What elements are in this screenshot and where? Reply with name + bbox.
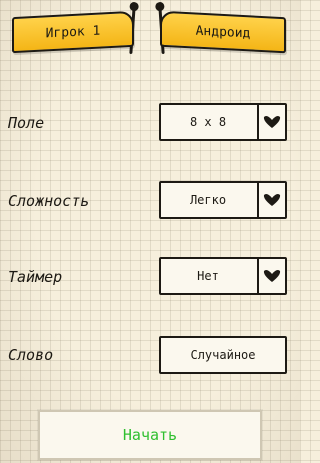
timer-label: Таймер	[8, 268, 63, 286]
start-button[interactable]: Начать	[38, 410, 262, 460]
player-left-banner[interactable]: Игрок 1	[12, 10, 134, 54]
field-size-select[interactable]: 8 x 8	[159, 103, 287, 141]
word-label: Слово	[8, 346, 54, 364]
difficulty-label: Сложность	[8, 192, 90, 210]
field-label: Поле	[8, 114, 45, 132]
timer-select[interactable]: Нет	[159, 257, 287, 295]
player-right-banner[interactable]: Андроид	[160, 10, 286, 54]
timer-value: Нет	[197, 269, 219, 283]
heart-chevron-icon[interactable]	[257, 259, 285, 293]
difficulty-select[interactable]: Легко	[159, 181, 287, 219]
start-label: Начать	[122, 426, 178, 444]
player-left-name: Игрок 1	[45, 23, 101, 41]
heart-chevron-icon[interactable]	[257, 183, 285, 217]
field-size-value: 8 x 8	[189, 115, 227, 129]
word-value: Случайное	[190, 348, 256, 362]
heart-chevron-icon[interactable]	[257, 105, 285, 139]
paper-vignette	[0, 0, 300, 463]
difficulty-value: Легко	[189, 193, 227, 207]
word-field[interactable]: Случайное	[159, 336, 287, 374]
player-right-name: Андроид	[195, 23, 251, 41]
